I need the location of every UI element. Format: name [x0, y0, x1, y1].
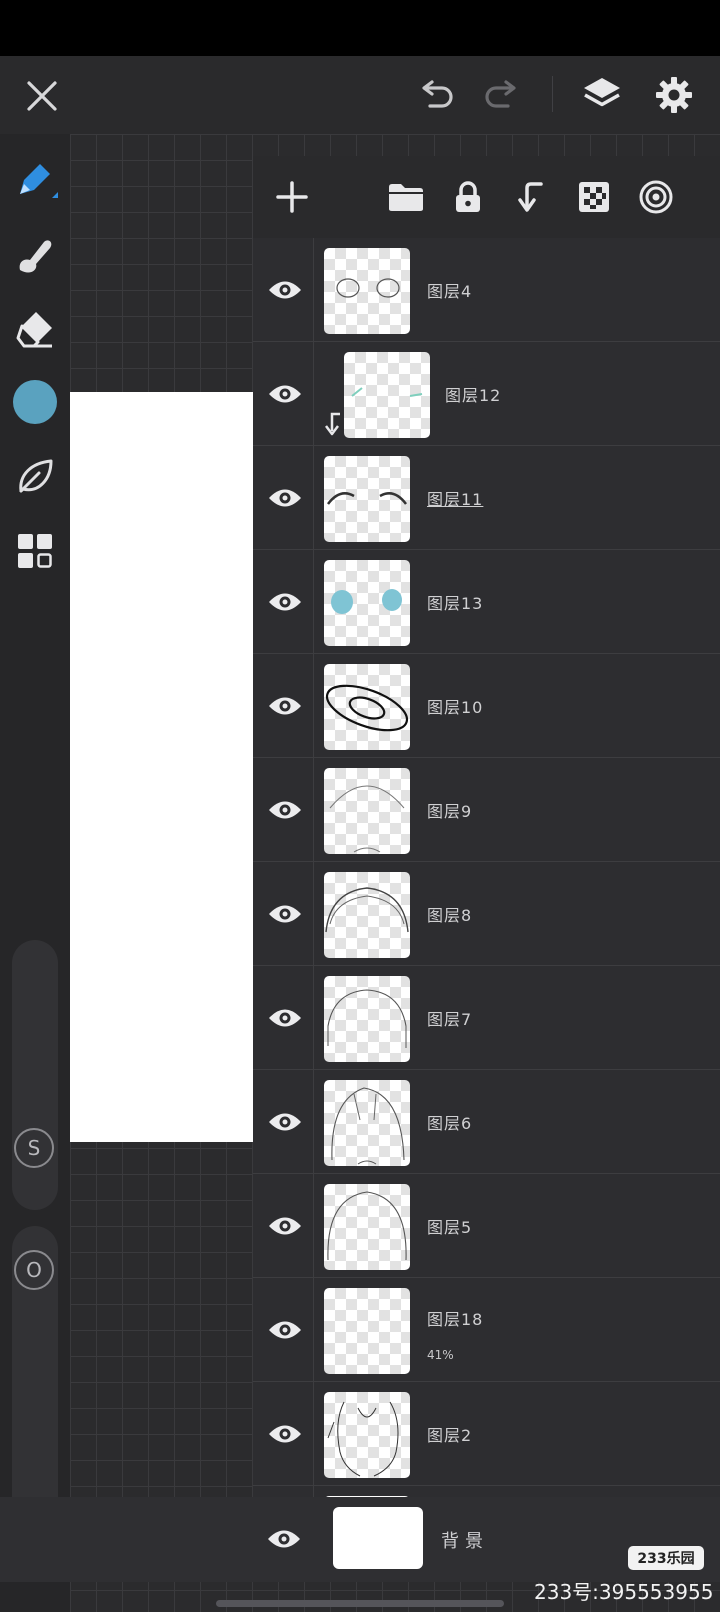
layer-name: 图层11 — [427, 490, 484, 509]
undo-icon[interactable] — [414, 76, 458, 116]
redo-icon[interactable] — [480, 76, 524, 116]
leaf-icon[interactable] — [10, 452, 60, 502]
layer-name: 图层6 — [427, 1114, 473, 1133]
layer-name: 图层13 — [427, 594, 484, 613]
layer-row[interactable]: 图层2 — [253, 1382, 720, 1486]
home-indicator — [216, 1600, 504, 1607]
alpha-lock-icon[interactable] — [571, 174, 617, 220]
opacity-slider-knob[interactable]: O — [14, 1250, 54, 1290]
watermark-logo: 233乐园 — [628, 1546, 704, 1570]
layer-row[interactable]: 图层5 — [253, 1174, 720, 1278]
lock-icon[interactable] — [445, 174, 491, 220]
eraser-icon[interactable] — [10, 304, 60, 354]
layer-thumbnail — [324, 1392, 410, 1478]
background-layer-row[interactable]: 背景 — [0, 1497, 720, 1582]
gear-icon[interactable] — [650, 72, 698, 118]
layer-thumbnail — [324, 1288, 410, 1374]
size-slider-knob[interactable]: S — [14, 1128, 54, 1168]
layer-row[interactable]: 图层10 — [253, 654, 720, 758]
toolbar-divider — [552, 76, 553, 112]
close-icon[interactable] — [20, 74, 64, 118]
grid-icon[interactable] — [12, 528, 58, 574]
eye-icon[interactable] — [265, 894, 305, 934]
layer-row[interactable]: 图层13 — [253, 550, 720, 654]
eye-icon[interactable] — [265, 998, 305, 1038]
background-thumbnail — [333, 1507, 423, 1569]
layer-row[interactable]: 图层12 — [253, 342, 720, 446]
eye-icon[interactable] — [264, 1519, 304, 1559]
layer-opacity: 41% — [427, 1348, 454, 1362]
layer-thumbnail — [324, 664, 410, 750]
watermark-text: 233号:395553955 — [534, 1580, 714, 1604]
pencil-icon[interactable] — [10, 156, 60, 206]
layer-row[interactable]: 图层6 — [253, 1070, 720, 1174]
layer-row[interactable]: 图层11 — [253, 446, 720, 550]
eye-icon[interactable] — [265, 582, 305, 622]
background-layer-name: 背景 — [441, 1531, 489, 1552]
brush-size-slider[interactable] — [12, 940, 58, 1210]
artboard[interactable] — [70, 392, 254, 1142]
layer-thumbnail — [324, 1080, 410, 1166]
smudge-icon[interactable] — [10, 230, 60, 280]
eye-icon[interactable] — [265, 1310, 305, 1350]
top-toolbar — [0, 56, 720, 134]
layer-row[interactable]: 图层18 41% — [253, 1278, 720, 1382]
color-swatch[interactable] — [13, 380, 57, 424]
layer-row[interactable]: 图层7 — [253, 966, 720, 1070]
clip-mask-icon[interactable] — [509, 174, 555, 220]
layer-thumbnail — [324, 768, 410, 854]
layer-name: 图层2 — [427, 1426, 473, 1445]
layer-thumbnail — [324, 872, 410, 958]
eye-icon[interactable] — [265, 686, 305, 726]
layer-name: 图层12 — [445, 386, 502, 405]
layer-thumbnail — [324, 560, 410, 646]
layer-name: 图层5 — [427, 1218, 473, 1237]
layer-name: 图层18 — [427, 1310, 484, 1329]
tool-sidebar: S O — [0, 134, 70, 1612]
eye-icon[interactable] — [265, 1414, 305, 1454]
layer-name: 图层10 — [427, 698, 484, 717]
layer-name: 图层8 — [427, 906, 473, 925]
eye-icon[interactable] — [265, 1102, 305, 1142]
eye-icon[interactable] — [265, 270, 305, 310]
layer-thumbnail — [324, 976, 410, 1062]
reference-icon[interactable] — [633, 174, 679, 220]
layers-icon[interactable] — [578, 72, 626, 118]
add-layer-icon[interactable] — [269, 174, 315, 220]
folder-icon[interactable] — [383, 174, 429, 220]
layers-toolbar — [253, 156, 720, 238]
status-bar — [0, 0, 720, 56]
eye-icon[interactable] — [265, 374, 305, 414]
eye-icon[interactable] — [265, 478, 305, 518]
eye-icon[interactable] — [265, 1206, 305, 1246]
layer-thumbnail — [344, 352, 430, 438]
eye-icon[interactable] — [265, 790, 305, 830]
layer-thumbnail — [324, 248, 410, 334]
clip-arrow-icon — [321, 410, 343, 438]
layer-name: 图层4 — [427, 282, 473, 301]
layer-row[interactable]: 图层9 — [253, 758, 720, 862]
layer-thumbnail — [324, 1184, 410, 1270]
layer-row[interactable]: 图层8 — [253, 862, 720, 966]
layer-thumbnail — [324, 456, 410, 542]
layer-name: 图层9 — [427, 802, 473, 821]
layer-name: 图层7 — [427, 1010, 473, 1029]
layers-panel: 图层4 图层12 图层11 图层13 图层10 图层9 图层8 图层7 图层6 … — [253, 156, 720, 1582]
layer-row[interactable]: 图层4 — [253, 238, 720, 342]
